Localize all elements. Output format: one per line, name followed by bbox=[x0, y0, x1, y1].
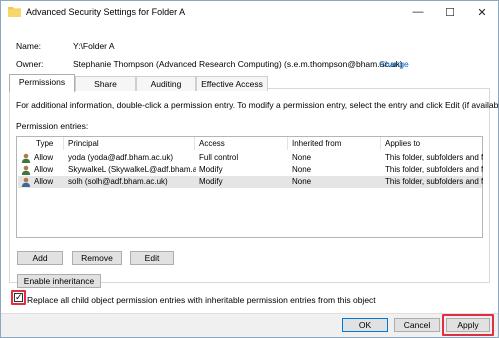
cell-applies-to: This folder, subfolders and files bbox=[385, 153, 483, 162]
user-icon bbox=[21, 153, 31, 163]
advanced-security-window: Advanced Security Settings for Folder A … bbox=[0, 0, 499, 338]
maximize-button[interactable]: ☐ bbox=[435, 1, 465, 23]
cell-type: Allow bbox=[34, 165, 54, 174]
cell-principal: solh (solh@adf.bham.ac.uk) bbox=[68, 177, 168, 186]
remove-button[interactable]: Remove bbox=[72, 251, 122, 265]
user-icon bbox=[21, 165, 31, 175]
maximize-icon: ☐ bbox=[445, 6, 455, 19]
tab-effective-access[interactable]: Effective Access bbox=[196, 76, 268, 91]
replace-child-permissions-checkbox[interactable]: ✓ bbox=[14, 292, 23, 302]
table-row[interactable]: Allow yoda (yoda@adf.bham.ac.uk) Full co… bbox=[18, 152, 483, 164]
cell-applies-to: This folder, subfolders and files bbox=[385, 177, 483, 186]
window-title: Advanced Security Settings for Folder A bbox=[26, 7, 186, 17]
apply-button[interactable]: Apply bbox=[446, 318, 490, 332]
close-icon: ✕ bbox=[477, 6, 487, 19]
tab-permissions[interactable]: Permissions bbox=[9, 74, 75, 92]
cell-type: Allow bbox=[34, 153, 54, 162]
cell-inherited-from: None bbox=[292, 165, 312, 174]
info-text: For additional information, double-click… bbox=[16, 100, 499, 110]
tab-auditing[interactable]: Auditing bbox=[136, 76, 196, 91]
table-row[interactable]: Allow solh (solh@adf.bham.ac.uk) Modify … bbox=[18, 176, 483, 188]
owner-value: Stephanie Thompson (Advanced Research Co… bbox=[73, 59, 403, 69]
folder-icon bbox=[8, 7, 21, 17]
replace-child-permissions-label: Replace all child object permission entr… bbox=[27, 295, 376, 305]
minimize-icon: — bbox=[412, 6, 424, 18]
cell-access: Modify bbox=[199, 177, 223, 186]
cell-inherited-from: None bbox=[292, 177, 312, 186]
enable-inheritance-button[interactable]: Enable inheritance bbox=[17, 274, 101, 288]
permission-entries-table[interactable]: Type Principal Access Inherited from App… bbox=[16, 136, 483, 238]
column-header-principal[interactable]: Principal bbox=[64, 137, 195, 150]
cancel-button[interactable]: Cancel bbox=[394, 318, 440, 332]
edit-button[interactable]: Edit bbox=[130, 251, 174, 265]
cell-access: Full control bbox=[199, 153, 239, 162]
minimize-button[interactable]: — bbox=[403, 1, 433, 23]
tab-share[interactable]: Share bbox=[75, 76, 136, 91]
cell-applies-to: This folder, subfolders and files bbox=[385, 165, 483, 174]
column-header-access[interactable]: Access bbox=[195, 137, 288, 150]
column-header-applies-to[interactable]: Applies to bbox=[381, 137, 482, 150]
name-label: Name: bbox=[16, 41, 42, 51]
permission-entries-label: Permission entries: bbox=[16, 121, 89, 131]
checkmark-icon: ✓ bbox=[15, 292, 23, 302]
ok-button[interactable]: OK bbox=[342, 318, 388, 332]
table-row[interactable]: Allow SkywalkeL (SkywalkeL@adf.bham.ac M… bbox=[18, 164, 483, 176]
close-button[interactable]: ✕ bbox=[467, 1, 497, 23]
column-header-type[interactable]: Type bbox=[32, 137, 64, 150]
change-owner-link[interactable]: Change bbox=[379, 59, 409, 69]
title-bar[interactable]: Advanced Security Settings for Folder A … bbox=[1, 1, 498, 23]
cell-type: Allow bbox=[34, 177, 54, 186]
cell-principal: SkywalkeL (SkywalkeL@adf.bham.ac bbox=[68, 165, 196, 174]
cell-inherited-from: None bbox=[292, 153, 312, 162]
cell-principal: yoda (yoda@adf.bham.ac.uk) bbox=[68, 153, 174, 162]
owner-label: Owner: bbox=[16, 59, 44, 69]
name-value: Y:\Folder A bbox=[73, 41, 115, 51]
column-header-inherited-from[interactable]: Inherited from bbox=[288, 137, 381, 150]
user-icon bbox=[21, 177, 31, 187]
add-button[interactable]: Add bbox=[17, 251, 63, 265]
cell-access: Modify bbox=[199, 165, 223, 174]
